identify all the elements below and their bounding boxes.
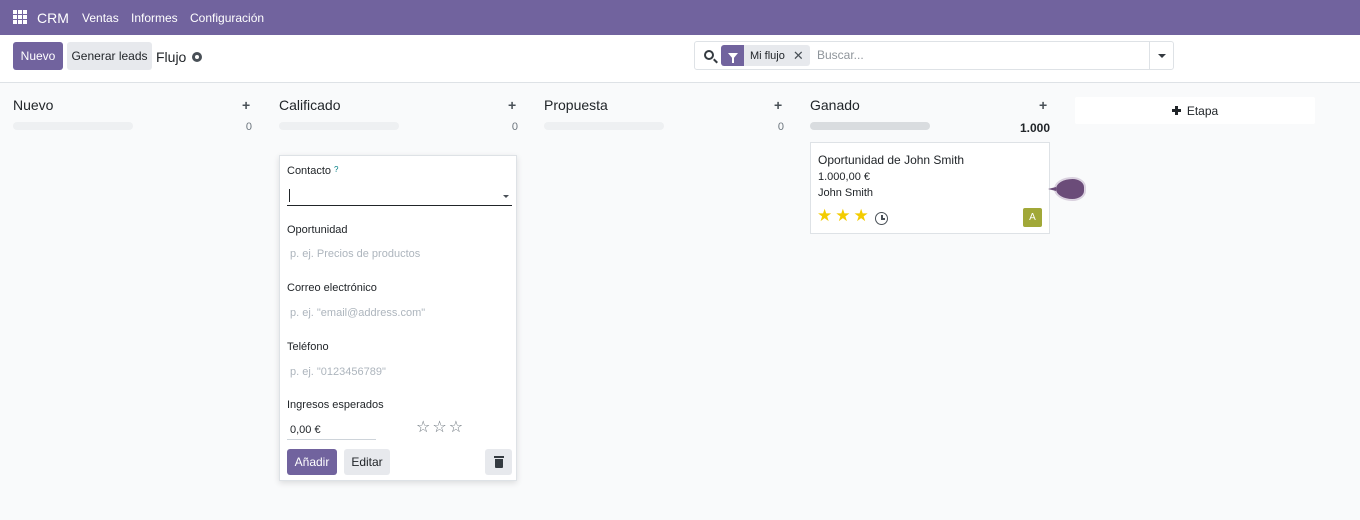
revenue-input[interactable]: 0,00 €: [287, 422, 376, 440]
avatar[interactable]: A: [1023, 208, 1042, 227]
add-stage-button[interactable]: Etapa: [1075, 97, 1315, 124]
menu-informes[interactable]: Informes: [131, 11, 178, 25]
column-add-button[interactable]: +: [508, 97, 516, 113]
star-icon[interactable]: ☆: [449, 420, 463, 436]
opportunity-input[interactable]: p. ej. Precios de productos: [290, 248, 420, 260]
app-name[interactable]: CRM: [37, 10, 69, 26]
search-input[interactable]: Buscar...: [817, 48, 864, 62]
chevron-down-icon: [503, 195, 509, 198]
column-add-button[interactable]: +: [1039, 97, 1047, 113]
menu-ventas[interactable]: Ventas: [82, 11, 119, 25]
clock-icon[interactable]: [875, 212, 888, 225]
menu-configuracion[interactable]: Configuración: [190, 11, 264, 25]
email-label: Correo electrónico: [287, 282, 377, 294]
contact-field[interactable]: [287, 186, 512, 206]
column-count: 0: [777, 121, 784, 133]
priority-widget: ☆ ☆ ☆: [416, 420, 463, 436]
delete-button[interactable]: [485, 449, 512, 475]
chevron-down-icon: [1157, 53, 1166, 58]
generate-leads-button[interactable]: Generar leads: [67, 42, 152, 70]
revenue-label: Ingresos esperados: [287, 399, 384, 411]
edit-button[interactable]: Editar: [344, 449, 390, 475]
page-title: Flujo: [156, 49, 187, 65]
gear-icon[interactable]: [192, 52, 203, 62]
phone-label: Teléfono: [287, 341, 329, 353]
column-progress-bar: [13, 122, 133, 130]
opportunity-card[interactable]: Oportunidad de John Smith 1.000,00 € Joh…: [810, 142, 1050, 234]
close-icon[interactable]: ✕: [793, 48, 804, 64]
new-button[interactable]: Nuevo: [13, 42, 63, 70]
star-icon[interactable]: ★: [854, 207, 869, 224]
top-navbar: CRM Ventas Informes Configuración: [0, 0, 1360, 35]
column-title-nuevo: Nuevo: [13, 97, 54, 113]
star-icon[interactable]: ☆: [432, 420, 446, 436]
card-contact: John Smith: [818, 187, 874, 199]
star-icon[interactable]: ★: [835, 207, 850, 224]
breadcrumb: Flujo: [156, 49, 203, 65]
apps-menu-icon[interactable]: [13, 10, 27, 24]
column-progress-bar: [810, 122, 930, 130]
column-count: 0: [511, 121, 518, 133]
star-icon[interactable]: ★: [817, 207, 832, 224]
opportunity-label: Oportunidad: [287, 224, 348, 236]
phone-field[interactable]: p. ej. "0123456789": [290, 366, 386, 378]
plus-icon: [1171, 106, 1181, 115]
column-count: 0: [245, 121, 252, 133]
add-button[interactable]: Añadir: [287, 449, 337, 475]
email-field[interactable]: p. ej. "email@address.com": [290, 307, 425, 319]
column-progress-bar: [279, 122, 399, 130]
search-options-toggle[interactable]: [1149, 42, 1173, 69]
column-add-button[interactable]: +: [774, 97, 782, 113]
search-facet: Mi flujo ✕: [721, 45, 810, 66]
card-amount: 1.000,00 €: [818, 171, 870, 183]
trash-icon: [493, 455, 504, 468]
column-title-ganado: Ganado: [810, 97, 860, 113]
column-title-calificado: Calificado: [279, 97, 341, 113]
facet-label: Mi flujo: [750, 49, 785, 62]
filter-icon: [721, 45, 744, 66]
column-title-propuesta: Propuesta: [544, 97, 608, 113]
column-add-button[interactable]: +: [242, 97, 250, 113]
card-priority: ★ ★ ★: [817, 207, 869, 224]
control-panel: Nuevo Generar leads Flujo Mi flujo ✕ Bus…: [0, 35, 1360, 83]
cursor-blob-icon: [1048, 178, 1085, 200]
column-count: 1.000: [1019, 121, 1050, 135]
search-bar: Mi flujo ✕ Buscar...: [694, 41, 1174, 70]
search-icon: [704, 50, 714, 60]
star-icon[interactable]: ☆: [416, 420, 430, 436]
column-progress-bar: [544, 122, 664, 130]
add-stage-label: Etapa: [1186, 103, 1219, 118]
help-icon[interactable]: ?: [334, 165, 338, 174]
quick-create-form: Contacto? Oportunidad p. ej. Precios de …: [279, 155, 517, 481]
card-title: Oportunidad de John Smith: [818, 153, 965, 167]
contact-label: Contacto?: [287, 165, 339, 177]
